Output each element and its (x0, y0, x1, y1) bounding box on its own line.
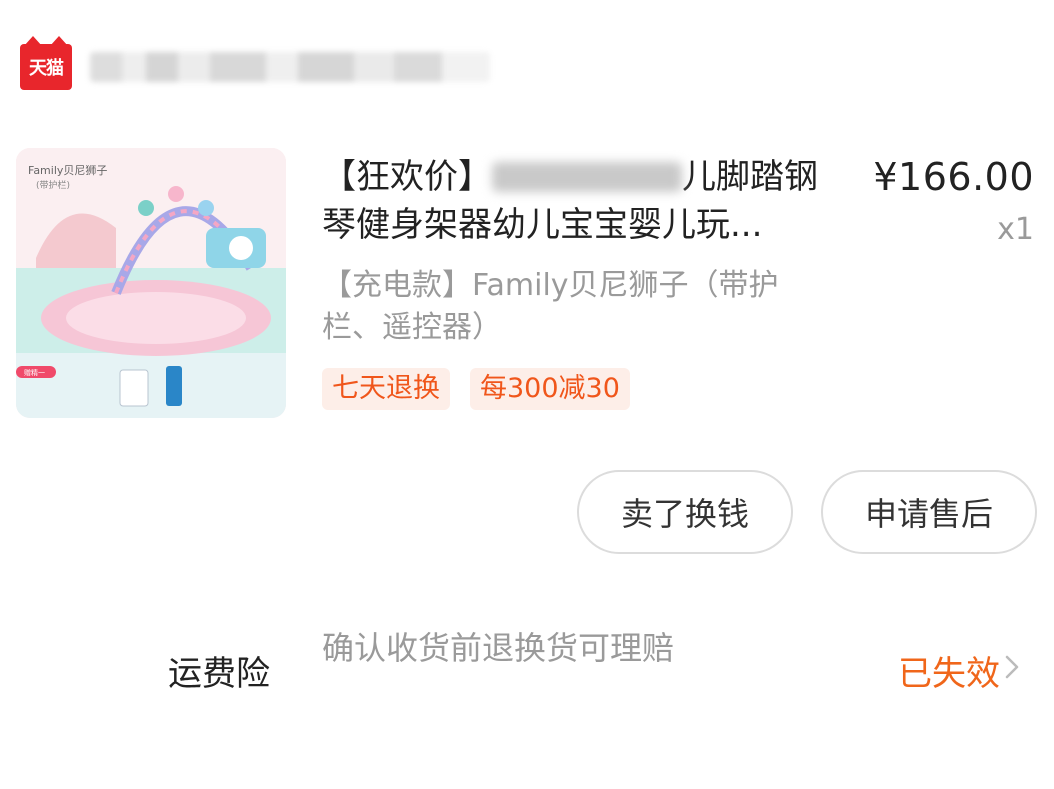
title-line2: 琴健身架器幼儿宝宝婴儿玩... (322, 205, 763, 245)
sell-for-cash-button[interactable]: 卖了换钱 (577, 470, 793, 554)
product-illustration: 赠精一 Family贝尼狮子 (带护栏) (16, 148, 286, 418)
insurance-status[interactable]: 已失效 (898, 646, 1000, 695)
image-brand-text: Family贝尼狮子 (28, 164, 107, 177)
product-title[interactable]: 【狂欢价】 儿脚踏钢 琴健身架器幼儿宝宝婴儿玩... (322, 153, 834, 249)
insurance-label: 运费险 (168, 654, 270, 694)
title-after-blur: 儿脚踏钢 (682, 157, 818, 197)
product-image[interactable]: 赠精一 Family贝尼狮子 (带护栏) (16, 148, 286, 418)
insurance-description: 确认收货前退换货可理赔 (322, 629, 675, 667)
store-header[interactable]: 天猫 (20, 36, 490, 90)
image-sub-text: (带护栏) (36, 179, 70, 191)
image-badge-text: 赠精一 (24, 368, 45, 377)
title-prefix: 【狂欢价】 (322, 157, 492, 197)
tmall-logo: 天猫 (20, 36, 72, 90)
product-price: ¥166.00 (873, 155, 1034, 199)
store-name-redacted[interactable] (90, 52, 490, 82)
product-quantity: x1 (997, 212, 1034, 247)
title-redacted (492, 162, 682, 192)
tag-discount: 每300减30 (470, 368, 630, 410)
tmall-logo-text: 天猫 (29, 58, 64, 79)
after-sales-button[interactable]: 申请售后 (821, 470, 1037, 554)
product-spec: 【充电款】Family贝尼狮子（带护栏、遥控器） (322, 268, 779, 345)
tag-list: 七天退换 每300减30 (322, 368, 630, 410)
chevron-right-icon[interactable] (1000, 655, 1024, 679)
tag-seven-day-return: 七天退换 (322, 368, 450, 410)
